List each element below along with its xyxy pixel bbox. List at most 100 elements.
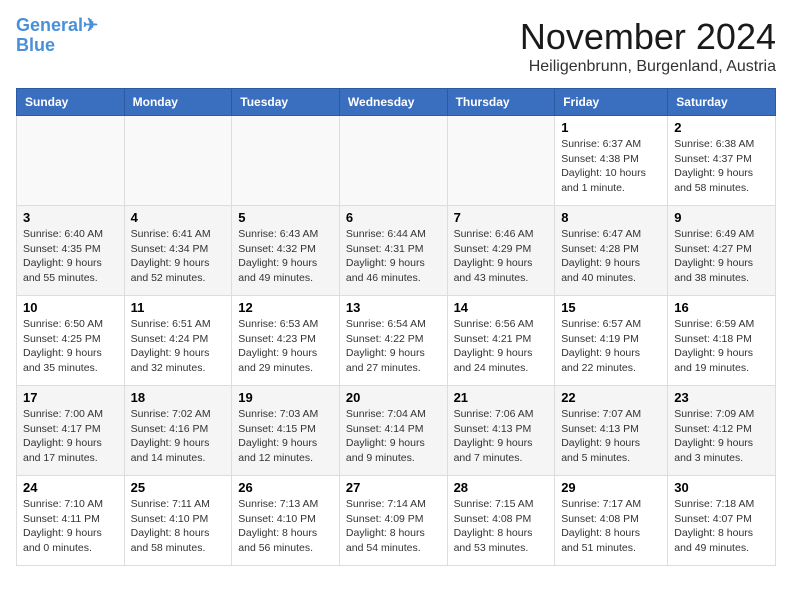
day-number: 19: [238, 390, 333, 405]
page-header: General✈ Blue November 2024 Heiligenbrun…: [16, 16, 776, 76]
day-info: Sunrise: 7:14 AM Sunset: 4:09 PM Dayligh…: [346, 497, 441, 556]
day-info: Sunrise: 6:49 AM Sunset: 4:27 PM Dayligh…: [674, 227, 769, 286]
calendar-cell: 8 Sunrise: 6:47 AM Sunset: 4:28 PM Daylig…: [555, 206, 668, 296]
day-number: 17: [23, 390, 118, 405]
day-number: 3: [23, 210, 118, 225]
day-info: Sunrise: 7:09 AM Sunset: 4:12 PM Dayligh…: [674, 407, 769, 466]
day-info: Sunrise: 6:37 AM Sunset: 4:38 PM Dayligh…: [561, 137, 661, 196]
week-row-1: 1Sunrise: 6:37 AM Sunset: 4:38 PM Daylig…: [17, 116, 776, 206]
day-info: Sunrise: 7:13 AM Sunset: 4:10 PM Dayligh…: [238, 497, 333, 556]
day-info: Sunrise: 6:46 AM Sunset: 4:29 PM Dayligh…: [454, 227, 549, 286]
day-info: Sunrise: 6:59 AM Sunset: 4:18 PM Dayligh…: [674, 317, 769, 376]
day-info: Sunrise: 6:56 AM Sunset: 4:21 PM Dayligh…: [454, 317, 549, 376]
day-number: 18: [131, 390, 226, 405]
header-day-thursday: Thursday: [447, 89, 555, 116]
day-number: 28: [454, 480, 549, 495]
day-info: Sunrise: 6:40 AM Sunset: 4:35 PM Dayligh…: [23, 227, 118, 286]
day-info: Sunrise: 7:02 AM Sunset: 4:16 PM Dayligh…: [131, 407, 226, 466]
week-row-5: 24 Sunrise: 7:10 AM Sunset: 4:11 PM Dayli…: [17, 476, 776, 566]
day-number: 12: [238, 300, 333, 315]
calendar-cell: 23 Sunrise: 7:09 AM Sunset: 4:12 PM Dayli…: [668, 386, 776, 476]
calendar-cell: 28 Sunrise: 7:15 AM Sunset: 4:08 PM Dayli…: [447, 476, 555, 566]
day-info: Sunrise: 6:57 AM Sunset: 4:19 PM Dayligh…: [561, 317, 661, 376]
calendar-cell: 18 Sunrise: 7:02 AM Sunset: 4:16 PM Dayli…: [124, 386, 232, 476]
day-number: 8: [561, 210, 661, 225]
day-info: Sunrise: 6:54 AM Sunset: 4:22 PM Dayligh…: [346, 317, 441, 376]
calendar-cell: 11 Sunrise: 6:51 AM Sunset: 4:24 PM Dayli…: [124, 296, 232, 386]
header-day-wednesday: Wednesday: [339, 89, 447, 116]
header-row: SundayMondayTuesdayWednesdayThursdayFrid…: [17, 89, 776, 116]
day-number: 9: [674, 210, 769, 225]
calendar-cell: 14 Sunrise: 6:56 AM Sunset: 4:21 PM Dayli…: [447, 296, 555, 386]
calendar-table: SundayMondayTuesdayWednesdayThursdayFrid…: [16, 88, 776, 566]
day-number: 14: [454, 300, 549, 315]
header-day-tuesday: Tuesday: [232, 89, 340, 116]
calendar-cell: 3 Sunrise: 6:40 AM Sunset: 4:35 PM Daylig…: [17, 206, 125, 296]
day-number: 26: [238, 480, 333, 495]
calendar-cell: 2Sunrise: 6:38 AM Sunset: 4:37 PM Daylig…: [668, 116, 776, 206]
calendar-cell: 1Sunrise: 6:37 AM Sunset: 4:38 PM Daylig…: [555, 116, 668, 206]
header-day-friday: Friday: [555, 89, 668, 116]
day-number: 25: [131, 480, 226, 495]
day-info: Sunrise: 7:10 AM Sunset: 4:11 PM Dayligh…: [23, 497, 118, 556]
day-number: 11: [131, 300, 226, 315]
calendar-cell: 26 Sunrise: 7:13 AM Sunset: 4:10 PM Dayli…: [232, 476, 340, 566]
calendar-subtitle: Heiligenbrunn, Burgenland, Austria: [520, 58, 776, 76]
logo-text: General✈ Blue: [16, 16, 98, 56]
day-number: 30: [674, 480, 769, 495]
calendar-title: November 2024: [520, 16, 776, 58]
calendar-cell: 24 Sunrise: 7:10 AM Sunset: 4:11 PM Dayli…: [17, 476, 125, 566]
day-info: Sunrise: 6:41 AM Sunset: 4:34 PM Dayligh…: [131, 227, 226, 286]
calendar-body: 1Sunrise: 6:37 AM Sunset: 4:38 PM Daylig…: [17, 116, 776, 566]
calendar-cell: 25Sunrise: 7:11 AM Sunset: 4:10 PM Dayli…: [124, 476, 232, 566]
day-number: 24: [23, 480, 118, 495]
logo: General✈ Blue: [16, 16, 98, 56]
calendar-cell: 13 Sunrise: 6:54 AM Sunset: 4:22 PM Dayli…: [339, 296, 447, 386]
day-info: Sunrise: 7:00 AM Sunset: 4:17 PM Dayligh…: [23, 407, 118, 466]
day-info: Sunrise: 7:17 AM Sunset: 4:08 PM Dayligh…: [561, 497, 661, 556]
day-number: 7: [454, 210, 549, 225]
day-number: 4: [131, 210, 226, 225]
calendar-cell: [17, 116, 125, 206]
day-number: 22: [561, 390, 661, 405]
day-number: 21: [454, 390, 549, 405]
calendar-cell: 6 Sunrise: 6:44 AM Sunset: 4:31 PM Daylig…: [339, 206, 447, 296]
day-info: Sunrise: 6:53 AM Sunset: 4:23 PM Dayligh…: [238, 317, 333, 376]
calendar-cell: 20 Sunrise: 7:04 AM Sunset: 4:14 PM Dayli…: [339, 386, 447, 476]
calendar-cell: 5 Sunrise: 6:43 AM Sunset: 4:32 PM Daylig…: [232, 206, 340, 296]
calendar-cell: 12 Sunrise: 6:53 AM Sunset: 4:23 PM Dayli…: [232, 296, 340, 386]
day-number: 5: [238, 210, 333, 225]
calendar-cell: 9 Sunrise: 6:49 AM Sunset: 4:27 PM Daylig…: [668, 206, 776, 296]
week-row-3: 10Sunrise: 6:50 AM Sunset: 4:25 PM Dayli…: [17, 296, 776, 386]
day-number: 13: [346, 300, 441, 315]
day-number: 20: [346, 390, 441, 405]
week-row-2: 3 Sunrise: 6:40 AM Sunset: 4:35 PM Daylig…: [17, 206, 776, 296]
day-info: Sunrise: 7:15 AM Sunset: 4:08 PM Dayligh…: [454, 497, 549, 556]
calendar-cell: 17 Sunrise: 7:00 AM Sunset: 4:17 PM Dayli…: [17, 386, 125, 476]
calendar-header: SundayMondayTuesdayWednesdayThursdayFrid…: [17, 89, 776, 116]
title-block: November 2024 Heiligenbrunn, Burgenland,…: [520, 16, 776, 76]
day-info: Sunrise: 7:07 AM Sunset: 4:13 PM Dayligh…: [561, 407, 661, 466]
day-number: 15: [561, 300, 661, 315]
header-day-monday: Monday: [124, 89, 232, 116]
calendar-cell: 30Sunrise: 7:18 AM Sunset: 4:07 PM Dayli…: [668, 476, 776, 566]
day-info: Sunrise: 7:04 AM Sunset: 4:14 PM Dayligh…: [346, 407, 441, 466]
day-info: Sunrise: 6:51 AM Sunset: 4:24 PM Dayligh…: [131, 317, 226, 376]
calendar-cell: 7 Sunrise: 6:46 AM Sunset: 4:29 PM Daylig…: [447, 206, 555, 296]
calendar-cell: 29 Sunrise: 7:17 AM Sunset: 4:08 PM Dayli…: [555, 476, 668, 566]
day-info: Sunrise: 6:38 AM Sunset: 4:37 PM Dayligh…: [674, 137, 769, 196]
day-info: Sunrise: 6:43 AM Sunset: 4:32 PM Dayligh…: [238, 227, 333, 286]
week-row-4: 17 Sunrise: 7:00 AM Sunset: 4:17 PM Dayli…: [17, 386, 776, 476]
day-number: 23: [674, 390, 769, 405]
calendar-cell: [232, 116, 340, 206]
day-number: 6: [346, 210, 441, 225]
calendar-cell: [447, 116, 555, 206]
calendar-cell: 16Sunrise: 6:59 AM Sunset: 4:18 PM Dayli…: [668, 296, 776, 386]
calendar-cell: 22 Sunrise: 7:07 AM Sunset: 4:13 PM Dayli…: [555, 386, 668, 476]
day-info: Sunrise: 6:47 AM Sunset: 4:28 PM Dayligh…: [561, 227, 661, 286]
calendar-cell: [339, 116, 447, 206]
day-number: 29: [561, 480, 661, 495]
day-info: Sunrise: 6:44 AM Sunset: 4:31 PM Dayligh…: [346, 227, 441, 286]
header-day-sunday: Sunday: [17, 89, 125, 116]
calendar-cell: [124, 116, 232, 206]
